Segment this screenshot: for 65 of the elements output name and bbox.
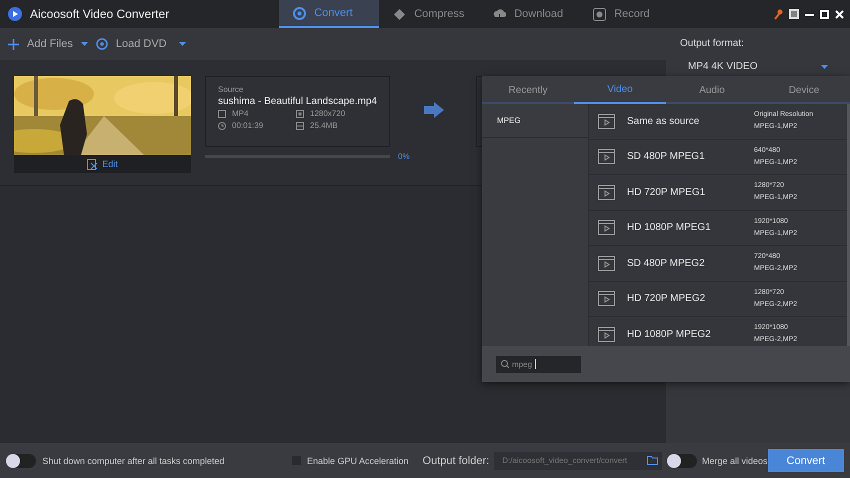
compress-icon [393,8,406,20]
video-file-icon [598,326,615,342]
file-name: sushima - Beautiful Landscape.mp4 [218,96,377,107]
preset-name: HD 1080P MPEG1 [627,222,712,234]
preset-name: HD 1080P MPEG2 [627,328,712,340]
arrow-right-icon [424,102,444,118]
preset-name: HD 720P MPEG2 [627,293,706,304]
nav-tab[interactable]: Compress [379,0,480,28]
output-folder-field[interactable]: D:/aicoosoft_video_convert/convert [494,452,662,470]
merge-toggle[interactable] [666,454,698,468]
shutdown-label: Shut down computer after all tasks completed [42,456,224,466]
dropdown-caret-icon[interactable] [178,42,186,46]
file-size: 25.4MB [310,121,338,130]
nav-tab[interactable]: Download [479,0,580,28]
file-format: MP4 [232,109,248,118]
close-icon[interactable] [835,10,844,18]
file-duration: 00:01:39 [232,121,264,130]
add-files-button[interactable]: Add Files [27,38,73,50]
preset-name: SD 480P MPEG2 [627,258,706,269]
resolution-icon [296,110,304,118]
dropdown-caret-icon[interactable] [80,42,88,46]
format-icon [218,110,226,118]
maximize-icon[interactable] [820,10,829,18]
format-tab[interactable]: Device [758,76,850,104]
edit-button[interactable]: Edit [14,155,191,173]
search-field[interactable]: mpeg [496,356,581,372]
clock-icon [218,122,226,130]
video-file-icon [598,114,615,129]
search-icon [501,360,509,368]
dropdown-caret-icon [821,64,828,68]
scissors-icon [87,158,98,170]
preset-name: Same as source [627,116,700,127]
format-tab[interactable]: Audio [666,76,758,104]
output-folder-label: Output folder: [422,454,490,466]
menu-icon[interactable] [789,9,799,19]
folder-icon[interactable] [646,456,658,465]
output-format-select[interactable]: MP4 4K VIDEO [680,61,836,72]
source-label: Source [218,85,244,94]
video-file-icon [598,220,615,236]
window-title: Aicoosoft Video Converter [30,6,170,23]
convert-button[interactable]: Convert [768,449,844,472]
progress-percent: 0% [398,152,410,161]
file-size-icon [296,122,304,130]
shutdown-toggle[interactable] [6,454,36,468]
key-icon[interactable] [774,8,783,20]
merge-label: Merge all videos [702,456,768,466]
output-format-label: Output format: [680,38,745,49]
convert-icon [293,6,306,20]
preset-name: HD 720P MPEG1 [627,186,706,198]
load-dvd-button[interactable]: Load DVD [116,38,167,50]
category-item[interactable]: MPEG [482,104,588,138]
nav-tab[interactable]: Record [579,0,680,28]
video-file-icon [598,184,615,200]
disc-icon[interactable] [96,38,108,50]
video-file-icon [598,291,615,306]
video-file-icon [598,256,615,271]
plus-icon[interactable] [8,38,19,50]
nav-tab[interactable]: Convert [279,0,380,28]
record-icon [593,8,606,20]
app-logo-icon [8,7,22,21]
gpu-label: Enable GPU Acceleration [306,456,409,466]
format-tab[interactable]: Recently [482,76,574,104]
file-resolution: 1280x720 [310,109,346,118]
preset-name: SD 480P MPEG1 [627,151,706,162]
video-file-icon [598,149,615,164]
